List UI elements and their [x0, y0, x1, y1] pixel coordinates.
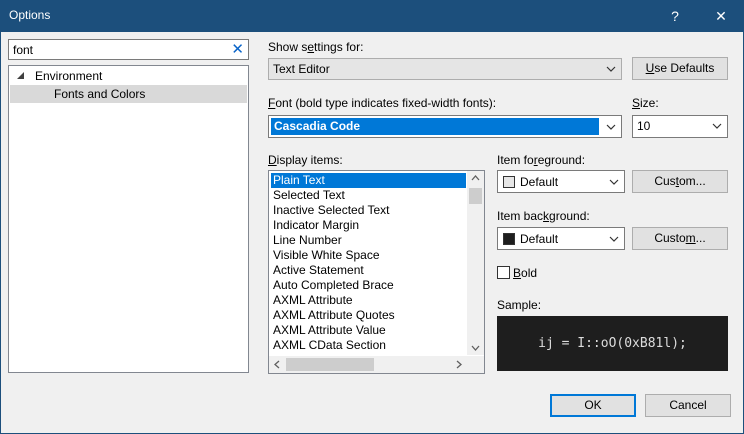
tree-item-fonts-and-colors[interactable]: Fonts and Colors — [10, 85, 247, 103]
chevron-down-icon — [606, 66, 616, 72]
sample-text: ij = I::oO(0xB81l); — [538, 336, 687, 351]
vertical-scrollbar[interactable] — [467, 171, 484, 355]
foreground-custom-button[interactable]: Custom... — [632, 170, 728, 193]
bold-checkbox[interactable] — [497, 266, 510, 279]
tree-item-label: Environment — [35, 69, 103, 83]
search-input[interactable] — [13, 42, 223, 57]
tree-item-label: Fonts and Colors — [54, 87, 146, 101]
sample-preview: ij = I::oO(0xB81l); — [497, 316, 728, 371]
list-item[interactable]: AXML CData Section — [271, 338, 466, 353]
list-item[interactable]: AXML Attribute Value — [271, 323, 466, 338]
horizontal-scroll-thumb[interactable] — [286, 358, 374, 371]
bold-label[interactable]: Bold — [513, 266, 537, 280]
help-button[interactable]: ? — [652, 0, 698, 32]
show-settings-label: Show settings for: — [268, 40, 364, 54]
list-item[interactable]: Plain Text — [271, 173, 466, 188]
sample-label: Sample: — [497, 298, 542, 312]
window-title: Options — [9, 8, 51, 22]
chevron-down-icon — [606, 124, 616, 130]
scroll-down-icon[interactable] — [471, 345, 480, 351]
clear-search-icon[interactable]: ✕ — [231, 41, 244, 58]
expanded-arrow-icon[interactable] — [17, 72, 25, 80]
chevron-down-icon — [712, 123, 722, 129]
scroll-right-icon[interactable] — [456, 360, 462, 369]
background-color-swatch — [503, 233, 515, 245]
item-background-value: Default — [520, 232, 559, 246]
item-background-label: Item background: — [497, 209, 590, 223]
item-background-select[interactable]: Default — [497, 227, 625, 250]
scroll-up-icon[interactable] — [471, 175, 480, 181]
close-icon: ✕ — [715, 7, 727, 24]
use-defaults-button[interactable]: Use Defaults — [632, 57, 728, 80]
size-label: Size: — [632, 96, 659, 110]
item-foreground-value: Default — [520, 175, 559, 189]
show-settings-select[interactable]: Text Editor — [268, 58, 622, 80]
search-box[interactable]: ✕ — [8, 39, 249, 60]
chevron-down-icon — [609, 236, 619, 242]
show-settings-value: Text Editor — [273, 62, 330, 76]
horizontal-scrollbar[interactable] — [269, 356, 467, 373]
font-label: Font (bold type indicates fixed-width fo… — [268, 96, 497, 110]
help-icon: ? — [671, 8, 679, 24]
list-item[interactable]: Visible White Space — [271, 248, 466, 263]
foreground-color-swatch — [503, 176, 515, 188]
size-select[interactable]: 10 — [632, 115, 728, 138]
list-item[interactable]: Indicator Margin — [271, 218, 466, 233]
ok-button[interactable]: OK — [550, 394, 636, 417]
background-custom-button[interactable]: Custom... — [632, 227, 728, 250]
list-item[interactable]: Line Number — [271, 233, 466, 248]
options-tree[interactable]: Environment Fonts and Colors — [8, 65, 249, 373]
item-foreground-label: Item foreground: — [497, 153, 586, 167]
list-item[interactable]: Auto Completed Brace — [271, 278, 466, 293]
tree-item-environment[interactable]: Environment — [10, 67, 247, 85]
item-foreground-select[interactable]: Default — [497, 170, 625, 193]
title-bar: Options ? ✕ — [0, 0, 744, 32]
chevron-down-icon — [609, 179, 619, 185]
display-items-list[interactable]: Plain Text Selected Text Inactive Select… — [268, 170, 485, 374]
vertical-scroll-thumb[interactable] — [469, 188, 482, 204]
list-item[interactable]: Active Statement — [271, 263, 466, 278]
scroll-left-icon[interactable] — [274, 360, 280, 369]
font-select[interactable]: Cascadia Code — [268, 115, 622, 138]
list-item[interactable]: AXML Attribute Quotes — [271, 308, 466, 323]
list-item[interactable]: Selected Text — [271, 188, 466, 203]
scroll-corner — [467, 356, 484, 373]
list-item[interactable]: AXML Attribute — [271, 293, 466, 308]
font-value: Cascadia Code — [271, 118, 599, 135]
cancel-button[interactable]: Cancel — [645, 394, 731, 417]
display-items-label: Display items: — [268, 153, 343, 167]
close-button[interactable]: ✕ — [698, 0, 744, 32]
size-value: 10 — [637, 119, 651, 133]
list-item[interactable]: Inactive Selected Text — [271, 203, 466, 218]
